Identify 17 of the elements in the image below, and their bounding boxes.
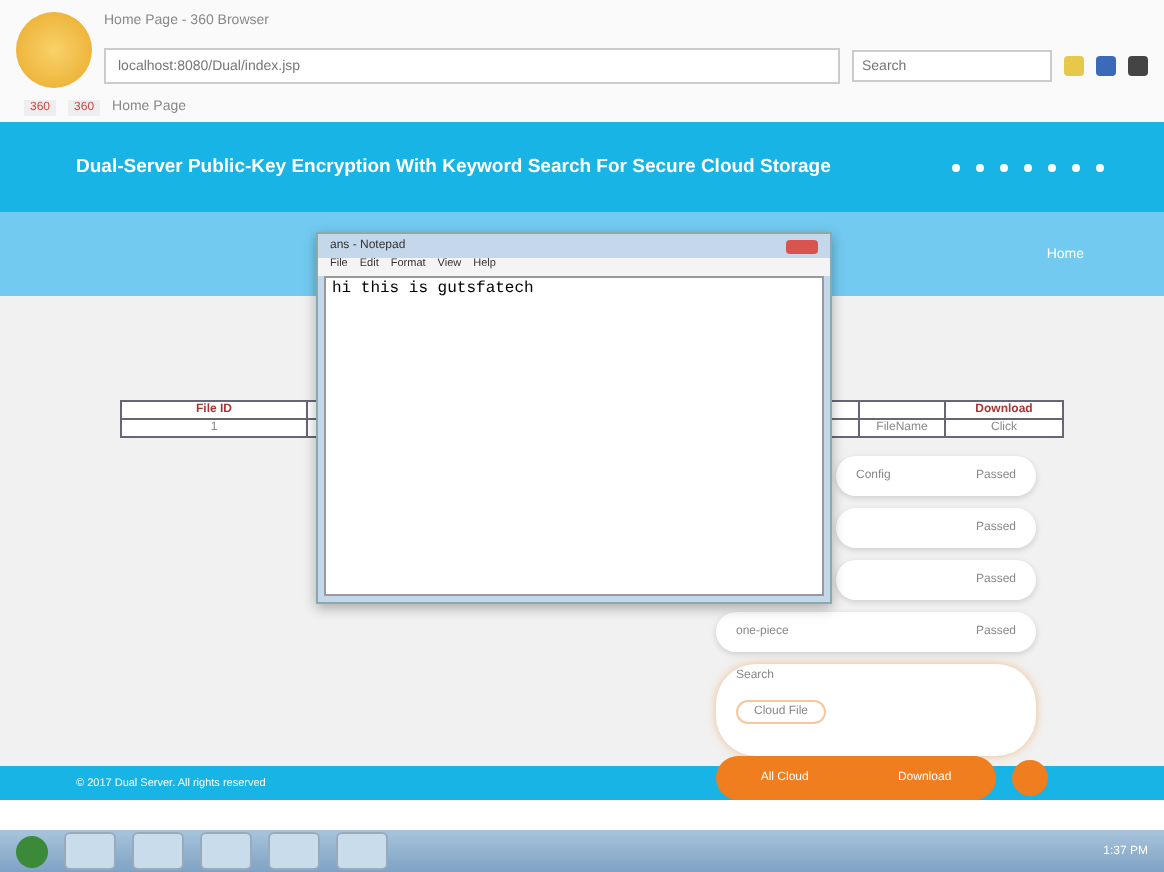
social-icon[interactable] xyxy=(1000,163,1008,171)
taskbar-icon[interactable] xyxy=(64,832,116,870)
close-button[interactable] xyxy=(786,239,818,253)
taskbar-icon[interactable] xyxy=(200,832,252,870)
browser-logo xyxy=(16,12,92,88)
social-icon[interactable] xyxy=(1048,163,1056,171)
taskbar-icon[interactable] xyxy=(336,832,388,870)
social-icon[interactable] xyxy=(1072,163,1080,171)
text-area[interactable]: hi this is gutsfatech xyxy=(324,276,824,596)
social-icon[interactable] xyxy=(952,163,960,171)
taskbar-icon[interactable] xyxy=(268,832,320,870)
social-icon[interactable] xyxy=(976,163,984,171)
site-title: Dual-Server Public-Key Encryption With Keyword Search For Secure Cloud Storage xyxy=(76,156,831,178)
social-icon[interactable] xyxy=(1096,163,1104,171)
taskbar-icon[interactable] xyxy=(132,832,184,870)
start-button[interactable] xyxy=(16,835,48,867)
social-icon[interactable] xyxy=(1024,163,1032,171)
